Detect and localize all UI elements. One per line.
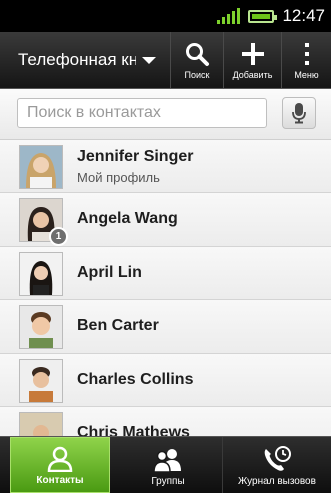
contact-person-icon: [47, 446, 73, 472]
search-button[interactable]: Поиск: [170, 32, 223, 88]
contact-row-april-lin[interactable]: April Lin: [0, 246, 331, 300]
menu-button[interactable]: Меню: [281, 32, 331, 88]
tab-groups[interactable]: Группы: [114, 437, 222, 493]
contact-photo: [19, 358, 63, 403]
group-icon: [153, 449, 181, 473]
search-row: [0, 89, 331, 140]
contact-photo: [19, 412, 63, 436]
plus-icon: [241, 43, 264, 65]
search-icon: [186, 43, 209, 66]
search-input[interactable]: [18, 99, 276, 127]
contact-name: Chris Mathews: [77, 424, 190, 436]
tab-contacts[interactable]: Контакты: [10, 437, 110, 493]
add-contact-button[interactable]: Добавить: [223, 32, 281, 88]
voice-search-button[interactable]: [282, 97, 316, 129]
search-button-label: Поиск: [184, 70, 210, 80]
contact-list: Jennifer Singer Мой профиль 1 Angela Wan…: [0, 140, 331, 436]
action-bar: Телефонная книга Поиск Добавить Меню: [0, 32, 331, 89]
bottom-tab-bar: Контакты Группы Журнал вызовов: [0, 436, 331, 493]
tab-call-history[interactable]: Журнал вызовов: [222, 437, 331, 493]
status-time: 12:47: [282, 6, 325, 25]
contact-row-jennifer-singer[interactable]: Jennifer Singer Мой профиль: [0, 140, 331, 193]
microphone-icon: [292, 103, 306, 124]
contact-photo: [19, 145, 63, 189]
contact-row-ben-carter[interactable]: Ben Carter: [0, 300, 331, 354]
contact-row-charles-collins[interactable]: Charles Collins: [0, 353, 331, 407]
contact-name: Angela Wang: [77, 210, 178, 227]
contact-name: Ben Carter: [77, 317, 159, 334]
tab-label: Журнал вызовов: [238, 476, 316, 487]
contact-count-badge: 1: [49, 227, 68, 246]
dropdown-arrow-icon: [142, 56, 156, 64]
contacts-screen: 12:47 Телефонная книга Поиск Добавить: [0, 0, 331, 493]
search-field: [17, 98, 276, 128]
contact-name: Jennifer Singer: [77, 148, 194, 165]
contact-subtitle: Мой профиль: [77, 170, 160, 185]
contact-row-chris-mathews[interactable]: Chris Mathews: [0, 407, 331, 436]
menu-icon: [304, 43, 309, 65]
add-button-label: Добавить: [232, 70, 273, 80]
contact-name: Charles Collins: [77, 370, 194, 388]
contact-name: April Lin: [77, 263, 142, 281]
tab-label: Группы: [151, 476, 185, 487]
status-bar: 12:47: [0, 0, 331, 32]
signal-icon: [217, 8, 241, 24]
menu-button-label: Меню: [294, 70, 319, 80]
action-bar-title: Телефонная книга: [18, 50, 136, 69]
battery-icon: [248, 9, 278, 23]
contact-photo: [19, 305, 63, 349]
tab-label: Контакты: [36, 475, 84, 486]
contact-photo: [19, 251, 63, 296]
call-history-icon: [264, 446, 291, 471]
contact-row-angela-wang[interactable]: 1 Angela Wang: [0, 193, 331, 247]
phonebook-dropdown[interactable]: Телефонная книга: [0, 32, 168, 88]
